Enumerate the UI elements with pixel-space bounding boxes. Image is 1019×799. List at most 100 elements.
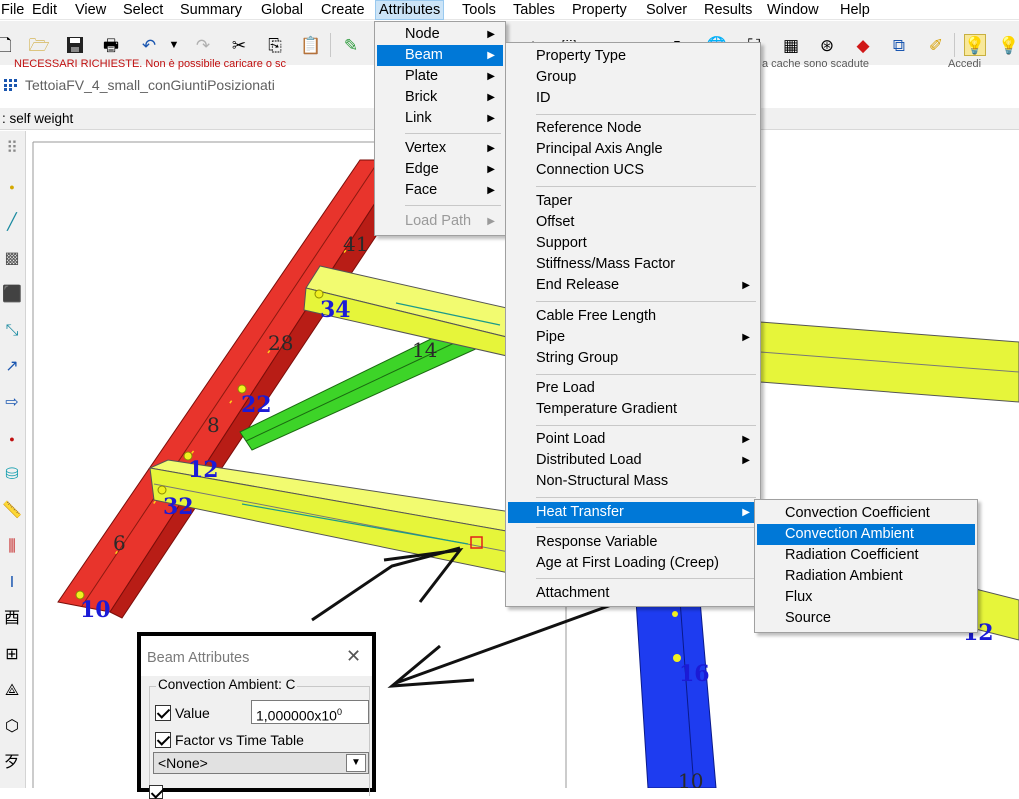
- factor-checkbox[interactable]: [155, 732, 171, 748]
- menu-window[interactable]: Window: [764, 0, 822, 20]
- menu-item-point-load[interactable]: Point Load ▶: [508, 429, 758, 450]
- menu-global[interactable]: Global: [258, 0, 306, 20]
- menu-item-non-structural-mass[interactable]: Non-Structural Mass: [508, 471, 758, 492]
- plate-tool-icon[interactable]: ▩: [2, 249, 22, 269]
- undo-dropdown-icon[interactable]: ▼: [163, 34, 185, 56]
- node-point[interactable]: [157, 485, 167, 495]
- menu-item-face[interactable]: Face ▶: [377, 180, 503, 201]
- menu-item-support[interactable]: Support: [508, 233, 758, 254]
- menu-attributes[interactable]: Attributes: [375, 0, 445, 20]
- cube-tool-icon[interactable]: ⬡: [2, 717, 22, 737]
- edge-tool-icon[interactable]: ⇨: [2, 393, 22, 413]
- menu-item-pipe[interactable]: Pipe ▶: [508, 327, 758, 348]
- menu-property[interactable]: Property: [569, 0, 630, 20]
- edit-icon[interactable]: ✎: [340, 34, 362, 56]
- menu-item-plate[interactable]: Plate ▶: [377, 66, 503, 87]
- ruler-tool-icon[interactable]: 📏: [2, 501, 22, 521]
- menu-item-id[interactable]: ID: [508, 88, 758, 109]
- dialog-title-bar[interactable]: Beam Attributes ✕: [141, 636, 372, 676]
- menu-item-connection-ucs[interactable]: Connection UCS: [508, 160, 758, 181]
- menu-select[interactable]: Select: [120, 0, 166, 20]
- menu-item-brick[interactable]: Brick ▶: [377, 87, 503, 108]
- menu-separator: [405, 133, 501, 134]
- redo-icon[interactable]: ↷: [192, 34, 214, 56]
- marker-icon[interactable]: ◆: [852, 34, 874, 56]
- inspect-icon[interactable]: ⊛: [816, 34, 838, 56]
- sign-in-label[interactable]: Accedi: [948, 58, 981, 70]
- i-section-icon[interactable]: I: [2, 573, 22, 593]
- menu-item-beam[interactable]: Beam ▶: [377, 45, 503, 66]
- menu-item-string-group[interactable]: String Group: [508, 348, 758, 369]
- light-icon[interactable]: 💡: [964, 34, 986, 56]
- node-tool-icon[interactable]: ●: [2, 177, 22, 197]
- truss-tool-icon[interactable]: ⽍: [2, 753, 22, 773]
- menu-item-group[interactable]: Group: [508, 67, 758, 88]
- menu-tables[interactable]: Tables: [510, 0, 558, 20]
- menu-item-response-variable[interactable]: Response Variable: [508, 532, 758, 553]
- menu-item-reference-node[interactable]: Reference Node: [508, 118, 758, 139]
- menu-item-attachment[interactable]: Attachment: [508, 583, 758, 604]
- menu-item-node[interactable]: Node ▶: [377, 24, 503, 45]
- print-icon[interactable]: 🖶: [100, 34, 122, 56]
- copy-icon[interactable]: ⎘: [264, 34, 286, 56]
- menu-item-label: Link: [405, 110, 432, 126]
- value-field[interactable]: 1,000000x100: [251, 700, 369, 724]
- menu-item-convection-ambient[interactable]: Convection Ambient: [757, 524, 975, 545]
- table-select[interactable]: <None> ▼: [153, 752, 369, 774]
- open-folder-icon[interactable]: 🗁: [28, 34, 50, 56]
- menu-item-edge[interactable]: Edge ▶: [377, 159, 503, 180]
- menu-item-source[interactable]: Source: [757, 608, 975, 629]
- menu-results[interactable]: Results: [701, 0, 755, 20]
- new-file-icon[interactable]: 🗋: [0, 34, 16, 56]
- cylinder-tool-icon[interactable]: ⛁: [2, 465, 22, 485]
- undo-icon[interactable]: ↶: [138, 34, 160, 56]
- brick-tool-icon[interactable]: ⬛: [2, 285, 22, 305]
- menu-item-heat-transfer[interactable]: Heat Transfer ▶: [508, 502, 758, 523]
- menu-item-principal-axis-angle[interactable]: Principal Axis Angle: [508, 139, 758, 160]
- menu-item-age-at-first-loading[interactable]: Age at First Loading (Creep): [508, 553, 758, 574]
- menu-help[interactable]: Help: [837, 0, 873, 20]
- menu-view[interactable]: View: [72, 0, 109, 20]
- menu-item-taper[interactable]: Taper: [508, 191, 758, 212]
- menu-item-temperature-gradient[interactable]: Temperature Gradient: [508, 399, 758, 420]
- menu-item-vertex[interactable]: Vertex ▶: [377, 138, 503, 159]
- menu-item-end-release[interactable]: End Release ▶: [508, 275, 758, 296]
- table-icon[interactable]: ▦: [780, 34, 802, 56]
- link-tool-icon[interactable]: ⤡: [2, 321, 22, 341]
- eraser-icon[interactable]: ✐: [925, 34, 947, 56]
- menu-create[interactable]: Create: [318, 0, 368, 20]
- light-bulb-icon[interactable]: 💡: [998, 34, 1019, 56]
- menu-solver[interactable]: Solver: [643, 0, 690, 20]
- menu-item-distributed-load[interactable]: Distributed Load ▶: [508, 450, 758, 471]
- menu-item-offset[interactable]: Offset: [508, 212, 758, 233]
- menu-item-stiffness-mass-factor[interactable]: Stiffness/Mass Factor: [508, 254, 758, 275]
- menu-item-property-type[interactable]: Property Type: [508, 46, 758, 67]
- menu-tools[interactable]: Tools: [459, 0, 499, 20]
- structure-icon[interactable]: ⧉: [888, 34, 910, 56]
- frame-tool-icon[interactable]: ⾣: [2, 609, 22, 629]
- point-tool-icon[interactable]: ●: [2, 429, 22, 449]
- menu-item-radiation-ambient[interactable]: Radiation Ambient: [757, 566, 975, 587]
- beam-tool-icon[interactable]: ╱: [2, 213, 22, 233]
- menu-summary[interactable]: Summary: [177, 0, 245, 20]
- extra-checkbox[interactable]: [149, 785, 163, 799]
- vertex-tool-icon[interactable]: ↗: [2, 357, 22, 377]
- beam-section-icon[interactable]: ⫼: [2, 537, 22, 557]
- save-icon[interactable]: [64, 34, 86, 56]
- menu-item-flux[interactable]: Flux: [757, 587, 975, 608]
- chevron-down-icon[interactable]: ▼: [346, 754, 366, 772]
- node-point[interactable]: [672, 611, 678, 617]
- menu-item-radiation-coefficient[interactable]: Radiation Coefficient: [757, 545, 975, 566]
- paste-icon[interactable]: 📋: [300, 34, 322, 56]
- menu-edit[interactable]: Edit: [29, 0, 60, 20]
- cut-icon[interactable]: ✂: [228, 34, 250, 56]
- menu-item-convection-coefficient[interactable]: Convection Coefficient: [757, 503, 975, 524]
- grid-tool-icon[interactable]: ⊞: [2, 645, 22, 665]
- mesh-tool-icon[interactable]: ⟁: [2, 681, 22, 701]
- menu-item-cable-free-length[interactable]: Cable Free Length: [508, 306, 758, 327]
- close-icon[interactable]: ✕: [346, 646, 361, 667]
- menu-item-link[interactable]: Link ▶: [377, 108, 503, 129]
- menu-item-pre-load[interactable]: Pre Load: [508, 378, 758, 399]
- menu-file[interactable]: File: [0, 0, 27, 20]
- value-checkbox[interactable]: [155, 705, 171, 721]
